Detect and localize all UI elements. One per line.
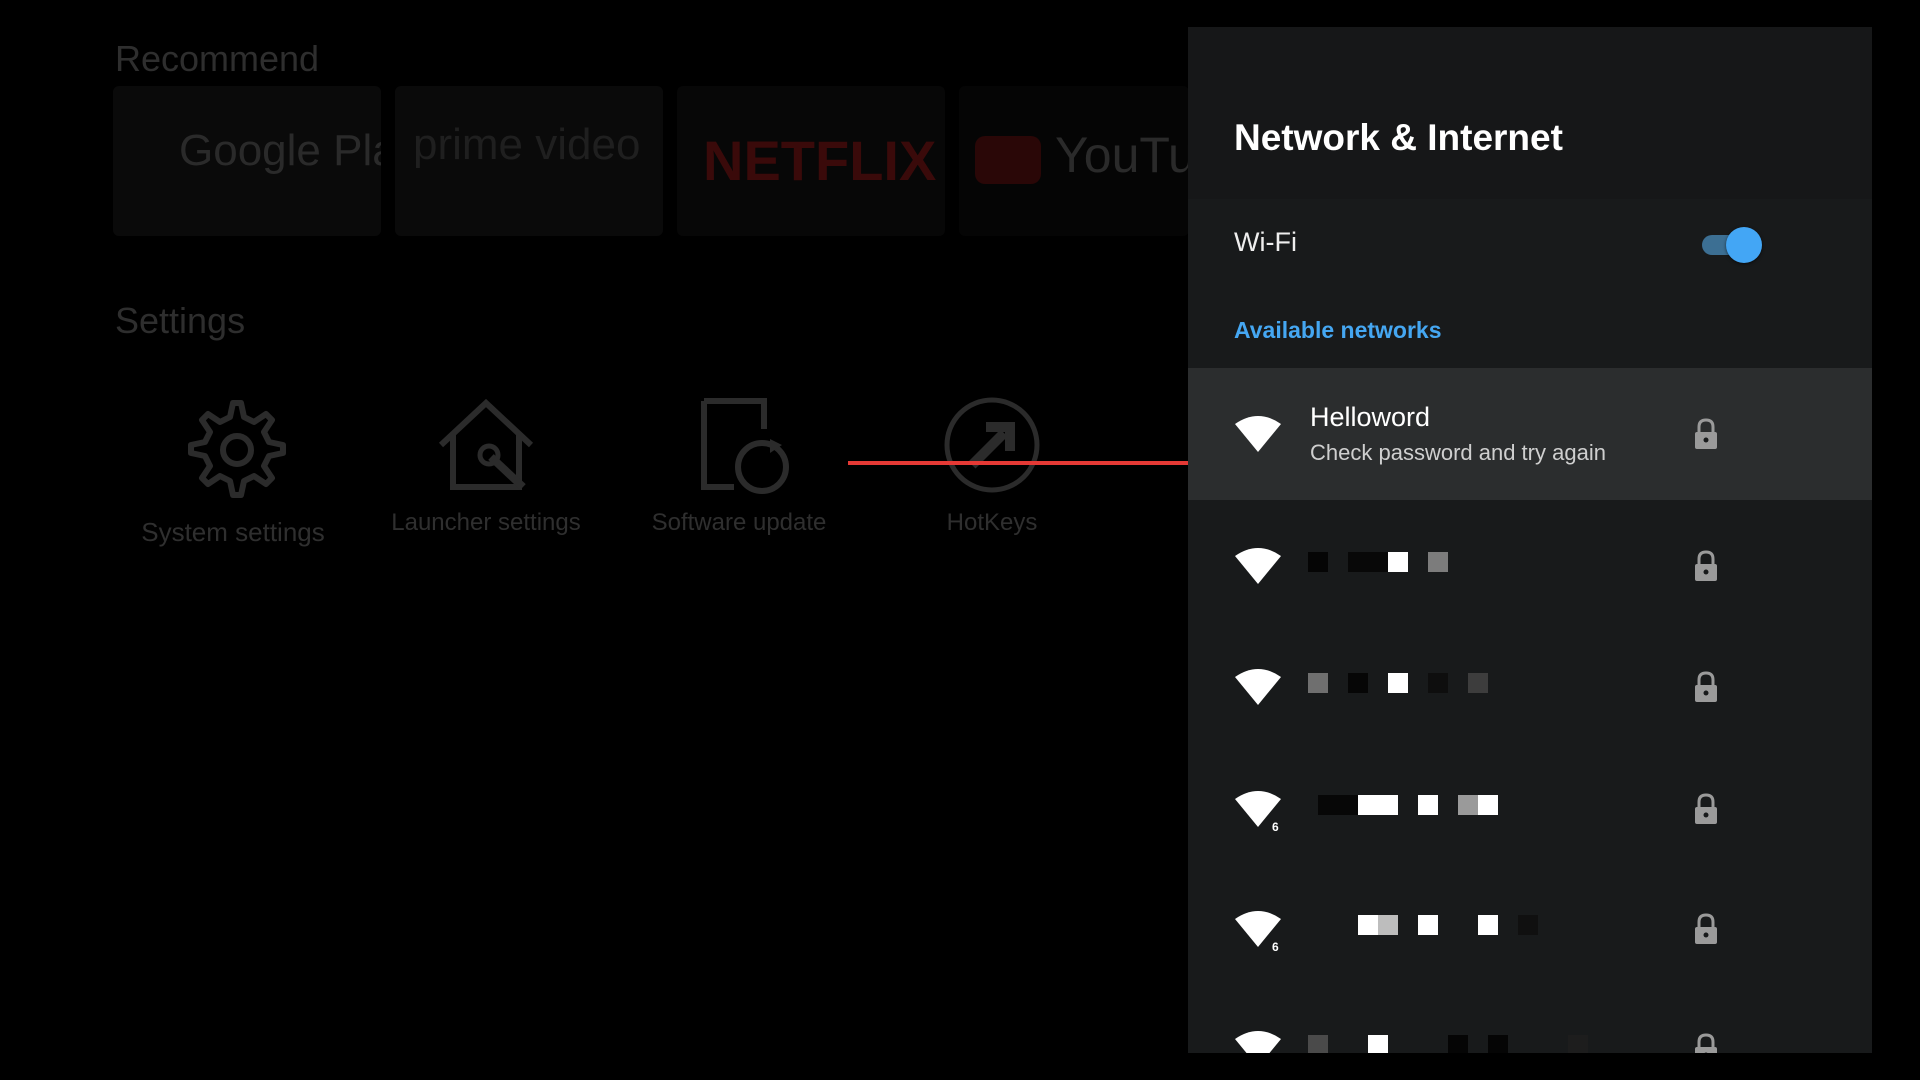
app-tile-label: Google Play: [179, 126, 381, 175]
svg-text:6: 6: [1272, 940, 1279, 953]
home-wrench-icon: [438, 398, 534, 490]
settings-item-system[interactable]: System settings: [113, 395, 353, 548]
network-name: Helloword: [1310, 402, 1431, 432]
app-tile-label: prime video: [413, 120, 641, 169]
network-row[interactable]: [1188, 983, 1872, 1053]
lock-icon: [1695, 671, 1717, 702]
app-tile-google-play[interactable]: Google Play: [113, 86, 381, 236]
network-row[interactable]: 6: [1188, 863, 1872, 991]
svg-text:6: 6: [1272, 820, 1279, 833]
youtube-logo-icon: [975, 136, 1041, 184]
toggle-knob: [1726, 227, 1762, 263]
redacted-network-name: [1308, 1035, 1608, 1053]
app-tile-netflix[interactable]: NETFLIX: [677, 86, 945, 236]
network-row[interactable]: Helloword Check password and try again: [1188, 368, 1872, 500]
network-row[interactable]: [1188, 621, 1872, 749]
network-status: Check password and try again: [1310, 440, 1606, 465]
redacted-network-name: [1308, 915, 1608, 935]
settings-item-label: HotKeys: [946, 509, 1038, 536]
recommend-section-title: Recommend: [115, 38, 320, 79]
lock-icon: [1695, 418, 1717, 449]
settings-section-title: Settings: [115, 300, 246, 341]
settings-item-label: System settings: [141, 517, 325, 547]
lock-icon: [1695, 793, 1717, 824]
settings-item-label: Software update: [651, 509, 827, 536]
wifi-toggle[interactable]: [1698, 227, 1762, 263]
shortcut-arrow-icon: [944, 397, 1040, 493]
redacted-network-name: [1308, 795, 1608, 815]
gear-icon: [188, 400, 286, 498]
app-tile-label: YouTube: [1055, 127, 1189, 183]
update-icon: [701, 398, 789, 494]
wifi-signal-icon: [1235, 416, 1281, 452]
lock-icon: [1695, 1033, 1717, 1053]
app-tile-prime-video[interactable]: prime video: [395, 86, 663, 236]
panel-header: Network & Internet: [1188, 27, 1872, 199]
network-internet-panel: Network & Internet Wi-Fi Available netwo…: [1188, 27, 1872, 1053]
wifi-signal-icon: [1235, 669, 1281, 705]
wifi-signal-icon: [1235, 548, 1281, 584]
lock-icon: [1695, 550, 1717, 581]
available-networks-header: Available networks: [1234, 317, 1442, 343]
settings-item-launcher[interactable]: Launcher settings: [366, 395, 606, 537]
wifi-6-signal-icon: 6: [1235, 791, 1281, 833]
wifi-signal-icon: [1235, 1031, 1281, 1053]
panel-title: Network & Internet: [1234, 117, 1563, 158]
app-tile-label: NETFLIX: [703, 129, 937, 192]
wifi-label: Wi-Fi: [1234, 227, 1297, 257]
redacted-network-name: [1308, 552, 1608, 572]
settings-item-label: Launcher settings: [391, 509, 581, 536]
network-row[interactable]: [1188, 500, 1872, 628]
redacted-network-name: [1308, 673, 1608, 693]
settings-item-software-update[interactable]: Software update: [619, 395, 859, 537]
wifi-6-signal-icon: 6: [1235, 911, 1281, 953]
network-row[interactable]: 6: [1188, 743, 1872, 871]
app-tile-youtube[interactable]: YouTube: [959, 86, 1189, 236]
lock-icon: [1695, 913, 1717, 944]
